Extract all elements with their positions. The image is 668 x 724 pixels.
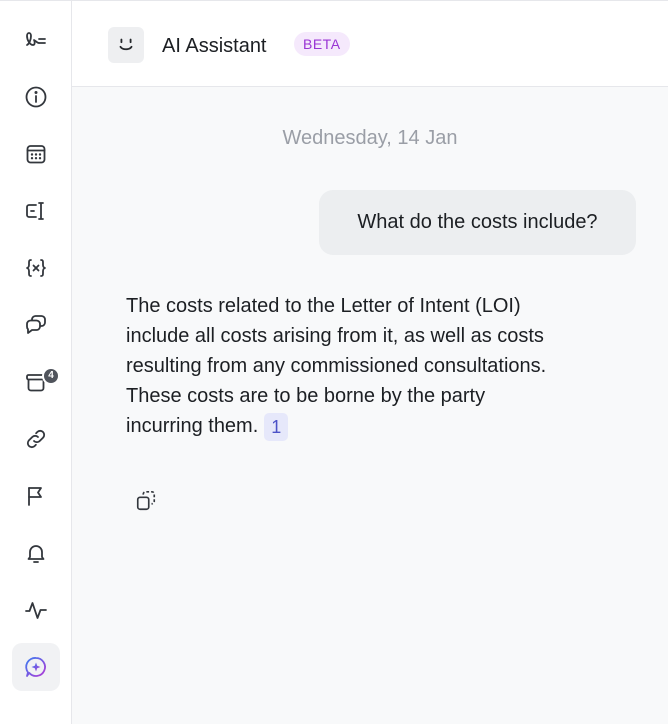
chat-header: AI Assistant BETA [72,1,668,87]
sidebar-item-flags[interactable] [12,472,60,520]
flag-icon [28,487,42,506]
assistant-avatar [108,27,144,63]
sidebar-item-logo[interactable] [12,16,60,64]
chat-panel: AI Assistant BETA Wednesday, 14 Jan What… [72,1,668,724]
ai-sparkle-icon [25,657,46,677]
sidebar-item-fields[interactable] [12,187,60,235]
assistant-message: The costs related to the Letter of Inten… [126,291,556,441]
sidebar-item-activity[interactable] [12,586,60,634]
date-divider: Wednesday, 14 Jan [282,127,458,149]
sidebar: 4 [0,1,72,724]
sidebar-item-variables[interactable] [12,244,60,292]
sidebar-item-archive[interactable]: 4 [12,358,60,406]
sidebar-item-links[interactable] [12,415,60,463]
copy-icon [136,491,156,511]
sidebar-item-notifications[interactable] [12,529,60,577]
page-title: AI Assistant [162,35,267,57]
copy-button[interactable] [132,487,160,515]
sidebar-item-info[interactable] [12,73,60,121]
bell-icon [27,545,45,563]
variable-icon [26,259,46,277]
chat-bubbles-icon [26,315,46,334]
sidebar-item-ai-assistant[interactable] [12,643,60,691]
link-icon [26,429,46,449]
activity-icon [25,602,47,619]
smiley-icon [119,38,133,51]
text-field-icon [26,202,44,220]
citation-link[interactable]: 1 [264,412,289,441]
signature-icon [26,32,46,46]
user-message-text: What do the costs include? [357,211,598,233]
assistant-message-text: The costs related to the Letter of Inten… [126,295,547,437]
info-icon [25,86,47,108]
beta-badge: BETA [294,32,350,56]
sidebar-item-comments[interactable] [12,301,60,349]
calendar-icon [26,145,46,164]
user-message: What do the costs include? [319,190,636,255]
archive-count-badge: 4 [42,367,60,385]
app-window: 4 AI Assistant BETA Wednesday, 14 Jan Wh… [0,0,668,724]
sidebar-item-calendar[interactable] [12,130,60,178]
